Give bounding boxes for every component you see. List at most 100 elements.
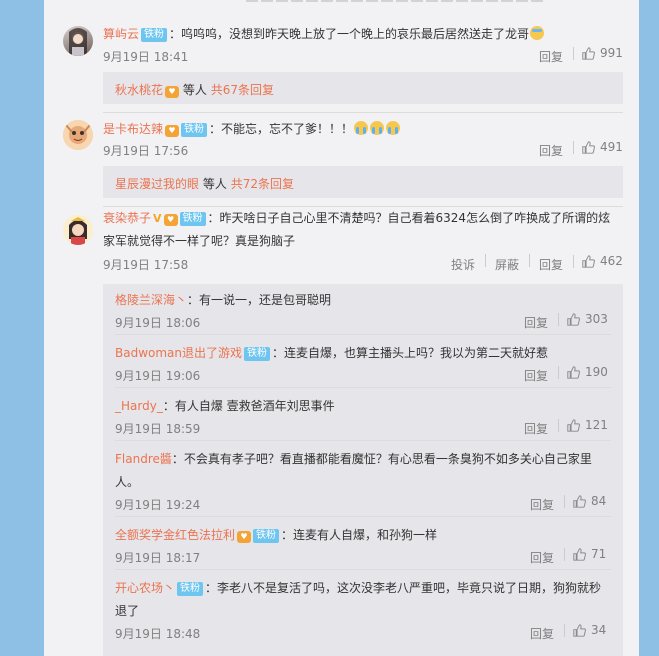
avatar[interactable] [63, 120, 93, 150]
divider [115, 569, 611, 570]
like-count: 991 [600, 46, 623, 60]
like-button[interactable]: 121 [550, 418, 608, 432]
reply-line: 格陵兰深海丶：有一说一，还是包哥聪明 [115, 291, 331, 308]
thumbs-up-icon [567, 365, 580, 379]
report-button[interactable]: 投诉 [451, 256, 475, 273]
like-count: 491 [600, 140, 623, 154]
divider [103, 112, 623, 113]
reply-button[interactable]: 回复 [524, 314, 548, 331]
reply-line: Flandre醬：不会真有孝子吧？看直播都能看魔怔？有心思看一条臭狗不如多关心自… [115, 450, 592, 467]
like-count: 34 [591, 623, 607, 637]
reply-username[interactable]: 开心农场丶 [115, 581, 175, 595]
avatar[interactable] [63, 26, 93, 56]
reply-username[interactable]: 全额奖学金红色法拉利 [115, 528, 235, 542]
reply-text: ：李老八不是复活了吗，这次没李老八严重吧，毕竟只说了日期，狗狗就秒 [205, 581, 602, 595]
reply-timestamp: 9月19日 18:17 [115, 551, 201, 565]
reply-summary[interactable]: 秋水桃花 ♥ 等人 共67条回复 [103, 72, 623, 104]
crying-emoji-icon [370, 121, 385, 135]
username[interactable]: 衰染恭子 [103, 211, 151, 225]
divider [115, 334, 611, 335]
like-button[interactable]: 190 [550, 365, 608, 379]
reply-username[interactable]: Badwoman退出了游戏 [115, 346, 242, 360]
comment-text: ：昨天啥日子自己心里不清楚吗？自己看着6324怎么倒了咋换成了所谓的炫 [207, 211, 611, 225]
reply-line: 全额奖学金红色法拉利 ♥ 铁粉 ：连麦有人自爆，和孙狗一样 [115, 526, 437, 543]
reply-button[interactable]: 回复 [530, 549, 554, 566]
reply-text-cont: 退了 [115, 604, 140, 618]
reply-line: 开心农场丶 铁粉 ：李老八不是复活了吗，这次没李老八严重吧，毕竟只说了日期，狗狗就秒 [115, 579, 601, 596]
thumbs-up-icon [582, 254, 595, 268]
comment-line: 算屿云 铁粉 ：呜呜呜，没想到昨天晚上放了一个晚上的哀乐最后居然送走了龙哥 [103, 25, 545, 42]
clipped-previous-row [246, 0, 556, 2]
vip-icon: ♥ [237, 531, 252, 543]
like-button[interactable]: 84 [556, 494, 606, 508]
avatar[interactable] [63, 215, 93, 245]
fan-badge: 铁粉 [181, 123, 208, 137]
reply-text: ：连麦自爆，也算主播头上吗？我以为第二天就好惹 [272, 346, 549, 360]
comment-line: 衰染恭子 V ♥ 铁粉 ：昨天啥日子自己心里不清楚吗？自己看着6324怎么倒了咋换成了所… [103, 209, 610, 226]
username[interactable]: 是卡布达辣 [103, 122, 163, 136]
reply-text: ：有人自爆 壹救爸酒年刘思事件 [162, 399, 335, 413]
fan-badge: 铁粉 [141, 28, 168, 42]
like-count: 190 [585, 365, 608, 379]
divider [115, 440, 611, 441]
comment-text: ：不能忘，忘不了爹！！！ [209, 122, 354, 136]
like-count: 121 [585, 418, 608, 432]
vip-icon: ♥ [165, 125, 180, 137]
block-button[interactable]: 屏蔽 [495, 256, 519, 273]
reply-username[interactable]: 格陵兰深海丶 [115, 293, 187, 307]
reply-text-cont: 人。 [115, 475, 140, 489]
timestamp: 9月19日 17:56 [103, 144, 189, 158]
crying-emoji-icon [354, 121, 369, 135]
reply-summary-mid: 等人 [202, 177, 227, 191]
reply-button[interactable]: 回复 [530, 496, 554, 513]
thumbs-up-icon [573, 547, 586, 561]
reply-username[interactable]: _Hardy_ [115, 399, 163, 413]
thumbs-up-icon [567, 418, 580, 432]
thumbs-up-icon [573, 494, 586, 508]
reply-summary[interactable]: 星辰漫过我的眼 等人 共72条回复 [103, 166, 623, 198]
like-button[interactable]: 34 [556, 623, 606, 637]
divider [103, 206, 623, 207]
reply-button[interactable]: 回复 [530, 625, 554, 642]
crying-emoji-icon [386, 121, 401, 135]
like-button[interactable]: 303 [550, 312, 608, 326]
reply-button[interactable]: 回复 [539, 48, 563, 65]
username[interactable]: 算屿云 [103, 27, 139, 41]
fan-badge: 铁粉 [244, 347, 271, 361]
reply-count-link[interactable]: 共67条回复 [211, 83, 274, 97]
vip-icon: ♥ [163, 214, 178, 226]
reply-button[interactable]: 回复 [524, 367, 548, 384]
divider [115, 387, 611, 388]
reply-timestamp: 9月19日 18:59 [115, 422, 201, 436]
reply-button[interactable]: 回复 [539, 256, 563, 273]
timestamp: 9月19日 18:41 [103, 50, 189, 64]
reply-summary-user[interactable]: 星辰漫过我的眼 [115, 177, 199, 191]
like-button[interactable]: 991 [565, 46, 623, 60]
thumbs-up-icon [582, 46, 595, 60]
comment-line: 是卡布达辣 ♥ 铁粉 ：不能忘，忘不了爹！！！ [103, 120, 401, 137]
reply-summary-mid: 等人 [182, 83, 207, 97]
like-button[interactable]: 462 [565, 254, 623, 268]
timestamp: 9月19日 17:58 [103, 258, 189, 272]
reply-text: ：不会真有孝子吧？看直播都能看魔怔？有心思看一条臭狗不如多关心自己家里 [171, 452, 592, 466]
reply-count-link[interactable]: 共72条回复 [231, 177, 294, 191]
reply-text: ：连麦有人自爆，和孙狗一样 [281, 528, 438, 542]
comment-text-cont: 家军就觉得不一样了呢？真是狗脑子 [103, 234, 296, 248]
like-count: 462 [600, 254, 623, 268]
like-button[interactable]: 491 [565, 140, 623, 154]
like-count: 303 [585, 312, 608, 326]
reply-button[interactable]: 回复 [524, 420, 548, 437]
reply-summary-user[interactable]: 秋水桃花 [115, 83, 163, 97]
divider [115, 516, 611, 517]
comment-text: ：呜呜呜，没想到昨天晚上放了一个晚上的哀乐最后居然送走了龙哥 [169, 27, 530, 41]
reply-timestamp: 9月19日 18:06 [115, 316, 201, 330]
reply-username[interactable]: Flandre醬 [115, 452, 172, 466]
thumbs-up-icon [582, 140, 595, 154]
reply-timestamp: 9月19日 19:06 [115, 369, 201, 383]
verified-v-icon: V [153, 212, 162, 225]
reply-button[interactable]: 回复 [539, 142, 563, 159]
nested-replies [103, 284, 623, 656]
like-button[interactable]: 71 [556, 547, 606, 561]
reply-line: _Hardy_：有人自爆 壹救爸酒年刘思事件 [115, 397, 335, 414]
like-count: 71 [591, 547, 607, 561]
